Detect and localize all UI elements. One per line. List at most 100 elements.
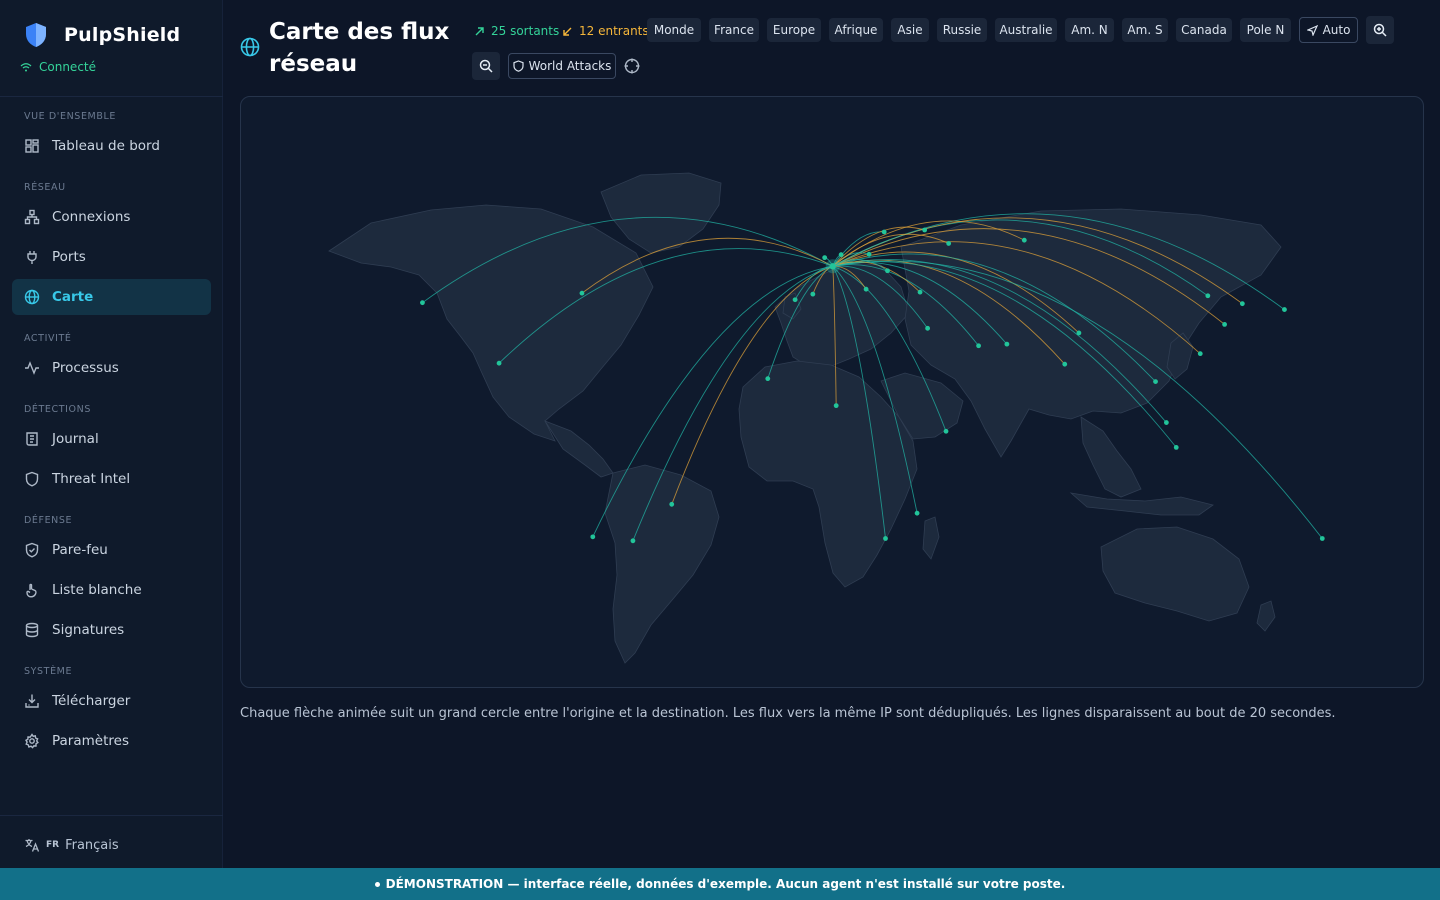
brand[interactable]: PulpShield xyxy=(24,22,180,48)
flow-endpoint[interactable] xyxy=(976,343,981,349)
sidebar-item-pare-feu[interactable]: Pare-feu xyxy=(12,532,211,568)
wifi-icon xyxy=(20,63,32,72)
sidebar-item-journal[interactable]: Journal xyxy=(12,421,211,457)
origin-marker xyxy=(825,259,840,274)
flow-endpoint[interactable] xyxy=(838,252,844,258)
database-icon xyxy=(25,622,39,638)
flow-endpoint[interactable] xyxy=(1153,379,1158,385)
section-label: SYSTÈME xyxy=(24,666,73,677)
sidebar-item-liste-blanche[interactable]: Liste blanche xyxy=(12,572,211,608)
southeast-asia xyxy=(1080,416,1142,498)
region-chip-am-n[interactable]: Am. N xyxy=(1065,18,1114,42)
flow-endpoint[interactable] xyxy=(1163,420,1169,425)
sidebar-item-parametres[interactable]: Paramètres xyxy=(12,723,211,759)
plug-icon xyxy=(27,251,37,264)
shield-check-icon xyxy=(25,542,39,558)
flow-endpoint[interactable] xyxy=(925,325,931,331)
indonesia xyxy=(1069,492,1214,516)
sidebar-item-carte[interactable]: Carte xyxy=(12,279,211,315)
flow-map[interactable] xyxy=(240,96,1424,688)
sidebar-item-threat-intel[interactable]: Threat Intel xyxy=(12,461,211,497)
flow-endpoint[interactable] xyxy=(863,286,869,292)
flow-endpoint[interactable] xyxy=(833,403,839,409)
crosshair-icon[interactable] xyxy=(624,58,640,74)
flow-endpoint[interactable] xyxy=(866,251,872,257)
region-chip-canada[interactable]: Canada xyxy=(1176,18,1232,42)
flow-endpoint[interactable] xyxy=(1004,341,1010,347)
sidebar-item-ports[interactable]: Ports xyxy=(12,239,211,275)
sidebar-item-signatures[interactable]: Signatures xyxy=(12,612,211,648)
flow-endpoint[interactable] xyxy=(1222,321,1227,327)
flow-endpoint[interactable] xyxy=(496,360,502,366)
section-label: DÉFENSE xyxy=(24,515,73,526)
world-map[interactable] xyxy=(241,97,1424,688)
scroll-icon xyxy=(26,432,38,446)
section-label: RÉSEAU xyxy=(24,182,66,193)
sidebar-item-telecharger[interactable]: Télécharger xyxy=(12,683,211,719)
flow-endpoint[interactable] xyxy=(810,291,816,297)
sidebar-item-processus[interactable]: Processus xyxy=(12,350,211,386)
flow-endpoint[interactable] xyxy=(590,534,596,540)
flow-endpoint[interactable] xyxy=(1282,307,1287,312)
sidebar-item-label: Journal xyxy=(52,431,99,447)
map-caption: Chaque flèche animée suit un grand cercl… xyxy=(240,706,1336,721)
region-chip-afrique[interactable]: Afrique xyxy=(829,18,883,42)
sidebar-item-label: Processus xyxy=(52,360,119,376)
region-chip-europe[interactable]: Europe xyxy=(767,18,821,42)
flow-endpoint[interactable] xyxy=(885,268,890,274)
shield-logo-icon xyxy=(26,23,46,47)
sidebar-item-dashboard[interactable]: Tableau de bord xyxy=(12,128,211,164)
central-america xyxy=(544,420,614,478)
region-chip-pole-n[interactable]: Pole N xyxy=(1240,18,1291,42)
status-text: Connecté xyxy=(39,60,96,74)
south-america xyxy=(604,464,720,664)
flow-endpoint[interactable] xyxy=(765,376,771,382)
flow-endpoint[interactable] xyxy=(822,255,828,261)
arrow-up-right-icon xyxy=(475,26,484,35)
sidebar-item-label: Connexions xyxy=(52,209,131,225)
flow-endpoint[interactable] xyxy=(1197,351,1203,357)
flow-endpoint[interactable] xyxy=(1021,237,1027,243)
page-title: Carte des flux réseau xyxy=(269,19,450,77)
zoom-out-button[interactable] xyxy=(472,52,500,80)
world-attacks-label: World Attacks xyxy=(528,59,612,73)
flow-endpoint[interactable] xyxy=(1173,444,1179,450)
globe-icon xyxy=(240,37,260,57)
region-chip-am-s[interactable]: Am. S xyxy=(1122,18,1168,42)
region-chip-russie[interactable]: Russie xyxy=(937,18,987,42)
flow-endpoint[interactable] xyxy=(946,241,952,246)
region-chip-monde[interactable]: Monde xyxy=(647,18,701,42)
flow-endpoint[interactable] xyxy=(1239,301,1245,307)
auto-label: Auto xyxy=(1322,23,1351,37)
flow-endpoint[interactable] xyxy=(922,227,928,233)
region-chip-asie[interactable]: Asie xyxy=(891,18,929,42)
auto-button[interactable]: Auto xyxy=(1299,17,1358,43)
flow-endpoint[interactable] xyxy=(943,428,949,434)
language-selector[interactable]: FR Français xyxy=(24,837,119,853)
flow-endpoint[interactable] xyxy=(420,300,425,306)
region-chip-australie[interactable]: Australie xyxy=(995,18,1057,42)
flow-endpoint[interactable] xyxy=(1205,293,1211,299)
flow-endpoint[interactable] xyxy=(669,501,675,507)
flow-endpoint[interactable] xyxy=(1319,536,1325,541)
sidebar-item-connexions[interactable]: Connexions xyxy=(12,199,211,235)
region-chip-france[interactable]: France xyxy=(709,18,759,42)
world-attacks-button[interactable]: World Attacks xyxy=(508,53,616,79)
outgoing-count: 25 sortants xyxy=(474,22,559,40)
sidebar-item-label: Liste blanche xyxy=(52,582,142,598)
origin-point[interactable] xyxy=(829,263,836,270)
flow-endpoint[interactable] xyxy=(792,297,798,303)
flow-endpoint[interactable] xyxy=(883,536,888,541)
australia xyxy=(1100,526,1250,622)
flow-endpoint[interactable] xyxy=(1062,361,1068,367)
zoom-in-button[interactable] xyxy=(1366,16,1394,44)
outgoing-label: 25 sortants xyxy=(491,24,560,38)
sidebar-divider xyxy=(0,815,223,816)
flow-endpoint[interactable] xyxy=(579,290,585,296)
new-zealand xyxy=(1256,600,1276,632)
flow-endpoint[interactable] xyxy=(630,538,636,544)
flow-endpoint[interactable] xyxy=(917,289,923,295)
flow-endpoint[interactable] xyxy=(881,229,887,235)
flow-endpoint[interactable] xyxy=(1076,330,1082,336)
flow-endpoint[interactable] xyxy=(914,510,920,516)
